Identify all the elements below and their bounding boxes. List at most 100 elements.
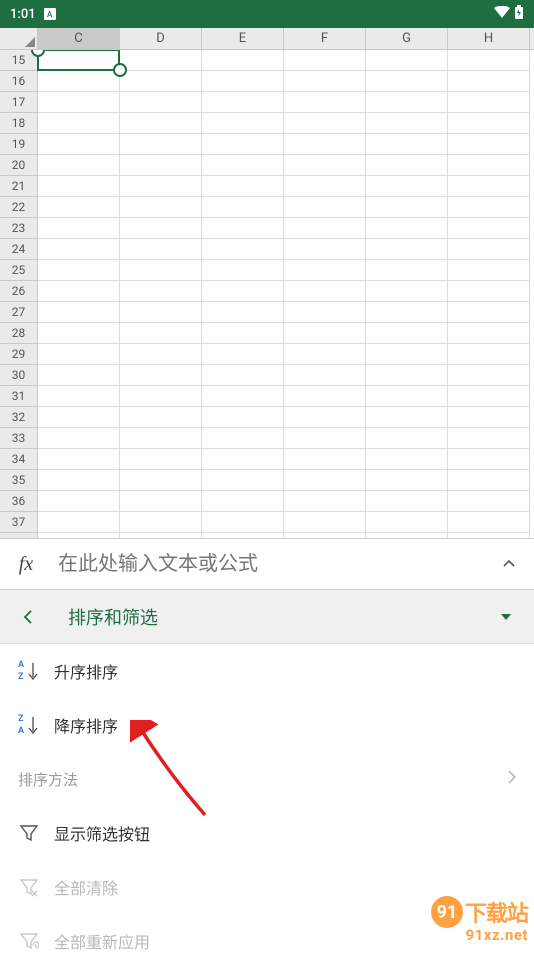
- sort-method-section[interactable]: 排序方法: [0, 752, 534, 806]
- cell[interactable]: [366, 155, 448, 176]
- cell[interactable]: [202, 491, 284, 512]
- cell[interactable]: [120, 197, 202, 218]
- cell[interactable]: [202, 323, 284, 344]
- row-header[interactable]: 35: [0, 470, 38, 491]
- cell[interactable]: [284, 134, 366, 155]
- cell[interactable]: [202, 407, 284, 428]
- row-header[interactable]: 30: [0, 365, 38, 386]
- column-header[interactable]: C: [38, 28, 120, 49]
- cell[interactable]: [284, 365, 366, 386]
- cell[interactable]: [448, 449, 530, 470]
- cell[interactable]: [366, 302, 448, 323]
- cell[interactable]: [448, 470, 530, 491]
- cell[interactable]: [366, 239, 448, 260]
- cell[interactable]: [202, 113, 284, 134]
- back-button[interactable]: [8, 609, 48, 625]
- cell[interactable]: [284, 239, 366, 260]
- cell[interactable]: [448, 302, 530, 323]
- cell[interactable]: [120, 365, 202, 386]
- cell[interactable]: [38, 533, 120, 538]
- cell[interactable]: [120, 344, 202, 365]
- row-header[interactable]: 23: [0, 218, 38, 239]
- cell[interactable]: [448, 260, 530, 281]
- cell[interactable]: [202, 302, 284, 323]
- cell[interactable]: [448, 323, 530, 344]
- cell[interactable]: [38, 134, 120, 155]
- cell[interactable]: [202, 281, 284, 302]
- cell[interactable]: [366, 449, 448, 470]
- cell[interactable]: [38, 323, 120, 344]
- row-header[interactable]: 21: [0, 176, 38, 197]
- cell[interactable]: [38, 386, 120, 407]
- row-header[interactable]: 24: [0, 239, 38, 260]
- row-header[interactable]: 31: [0, 386, 38, 407]
- cell[interactable]: [448, 134, 530, 155]
- cell[interactable]: [284, 71, 366, 92]
- cell[interactable]: [120, 323, 202, 344]
- cell[interactable]: [38, 365, 120, 386]
- cell[interactable]: [38, 302, 120, 323]
- cell[interactable]: [366, 260, 448, 281]
- cell[interactable]: [366, 218, 448, 239]
- cell[interactable]: [120, 50, 202, 71]
- cell[interactable]: [284, 323, 366, 344]
- column-header[interactable]: G: [366, 28, 448, 49]
- cell[interactable]: [448, 428, 530, 449]
- sort-ascending-item[interactable]: A Z 升序排序: [0, 644, 534, 698]
- cell[interactable]: [448, 218, 530, 239]
- cell[interactable]: [448, 281, 530, 302]
- cell[interactable]: [366, 92, 448, 113]
- cell[interactable]: [38, 50, 120, 71]
- cell[interactable]: [202, 533, 284, 538]
- cell[interactable]: [38, 344, 120, 365]
- cell[interactable]: [366, 71, 448, 92]
- cell[interactable]: [38, 260, 120, 281]
- show-filter-buttons-item[interactable]: 显示筛选按钮: [0, 806, 534, 860]
- row-header[interactable]: 28: [0, 323, 38, 344]
- cell[interactable]: [202, 134, 284, 155]
- cell[interactable]: [202, 512, 284, 533]
- cell[interactable]: [38, 407, 120, 428]
- cell[interactable]: [202, 176, 284, 197]
- cell[interactable]: [366, 50, 448, 71]
- cell[interactable]: [448, 407, 530, 428]
- cell[interactable]: [120, 428, 202, 449]
- cell[interactable]: [202, 449, 284, 470]
- cell[interactable]: [38, 113, 120, 134]
- cell[interactable]: [120, 71, 202, 92]
- row-header[interactable]: 17: [0, 92, 38, 113]
- cell[interactable]: [38, 281, 120, 302]
- cell[interactable]: [284, 218, 366, 239]
- cell[interactable]: [284, 197, 366, 218]
- cell[interactable]: [120, 218, 202, 239]
- row-header[interactable]: 29: [0, 344, 38, 365]
- cell[interactable]: [202, 155, 284, 176]
- cell[interactable]: [366, 407, 448, 428]
- ribbon-dropdown-button[interactable]: [486, 612, 526, 622]
- cell[interactable]: [284, 344, 366, 365]
- cell[interactable]: [120, 281, 202, 302]
- cell[interactable]: [366, 470, 448, 491]
- cell[interactable]: [202, 365, 284, 386]
- select-all-corner[interactable]: [0, 28, 38, 49]
- cell[interactable]: [202, 218, 284, 239]
- cell[interactable]: [202, 71, 284, 92]
- cell[interactable]: [38, 92, 120, 113]
- cell[interactable]: [448, 239, 530, 260]
- row-header[interactable]: 36: [0, 491, 38, 512]
- cell[interactable]: [448, 113, 530, 134]
- cell[interactable]: [120, 155, 202, 176]
- cell[interactable]: [284, 428, 366, 449]
- cell[interactable]: [448, 344, 530, 365]
- row-header[interactable]: 18: [0, 113, 38, 134]
- row-header[interactable]: 25: [0, 260, 38, 281]
- cell[interactable]: [120, 113, 202, 134]
- cell[interactable]: [38, 512, 120, 533]
- cell[interactable]: [284, 512, 366, 533]
- cell[interactable]: [448, 176, 530, 197]
- cell[interactable]: [120, 92, 202, 113]
- cell[interactable]: [448, 386, 530, 407]
- cell[interactable]: [448, 197, 530, 218]
- row-header[interactable]: 22: [0, 197, 38, 218]
- row-header[interactable]: 27: [0, 302, 38, 323]
